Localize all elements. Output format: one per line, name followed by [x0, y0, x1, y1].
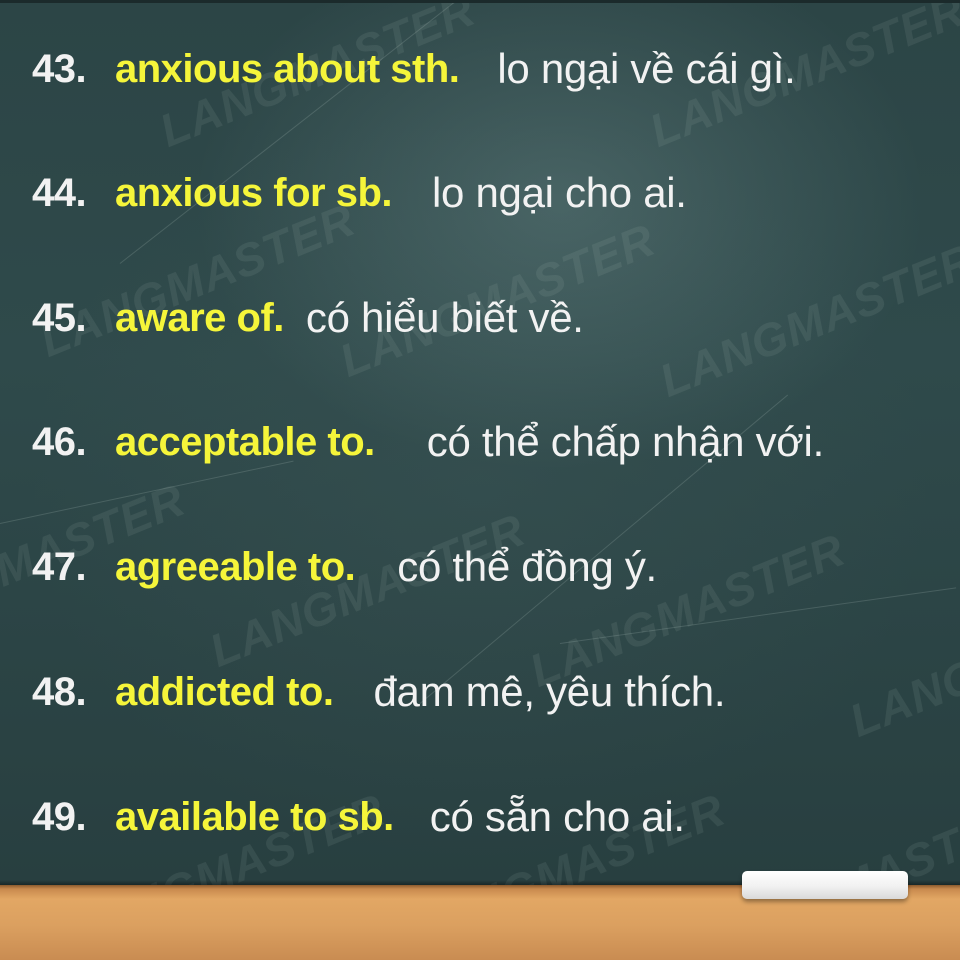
- english-phrase: aware of.: [115, 295, 284, 340]
- item-number: 43.: [32, 46, 87, 91]
- item-number: 44.: [32, 170, 87, 215]
- english-phrase: anxious about sth.: [115, 46, 460, 91]
- vocab-row: 45. aware of. có hiểu biết về.: [32, 288, 584, 348]
- vietnamese-meaning: lo ngại cho ai.: [432, 169, 687, 216]
- vietnamese-meaning: đam mê, yêu thích.: [373, 668, 726, 715]
- item-number: 45.: [32, 295, 87, 340]
- vietnamese-meaning: lo ngại về cái gì.: [497, 45, 796, 92]
- chalkboard: LANGMASTER LANGMASTER LANGMASTER LANGMAS…: [0, 0, 960, 885]
- item-number: 46.: [32, 419, 87, 464]
- vietnamese-meaning: có thể chấp nhận với.: [426, 418, 824, 465]
- eraser: [742, 871, 908, 899]
- english-phrase: anxious for sb.: [115, 170, 393, 215]
- watermark: LANGMASTER: [842, 573, 960, 747]
- vocab-row: 48. addicted to. đam mê, yêu thích.: [32, 662, 726, 722]
- vocab-row: 44. anxious for sb. lo ngại cho ai.: [32, 163, 687, 223]
- vocab-row: 46. acceptable to. có thể chấp nhận với.: [32, 412, 824, 472]
- vietnamese-meaning: có thể đồng ý.: [397, 543, 657, 590]
- vocab-row: 43. anxious about sth. lo ngại về cái gì…: [32, 39, 796, 99]
- item-number: 47.: [32, 544, 87, 589]
- item-number: 48.: [32, 669, 87, 714]
- english-phrase: acceptable to.: [115, 419, 375, 464]
- vietnamese-meaning: có sẵn cho ai.: [429, 793, 685, 840]
- vocab-row: 49. available to sb. có sẵn cho ai.: [32, 787, 685, 847]
- english-phrase: available to sb.: [115, 794, 394, 839]
- vocab-row: 47. agreeable to. có thể đồng ý.: [32, 537, 657, 597]
- watermark: LANGMASTER: [652, 233, 960, 407]
- english-phrase: addicted to.: [115, 669, 334, 714]
- item-number: 49.: [32, 794, 87, 839]
- english-phrase: agreeable to.: [115, 544, 356, 589]
- vietnamese-meaning: có hiểu biết về.: [305, 294, 584, 341]
